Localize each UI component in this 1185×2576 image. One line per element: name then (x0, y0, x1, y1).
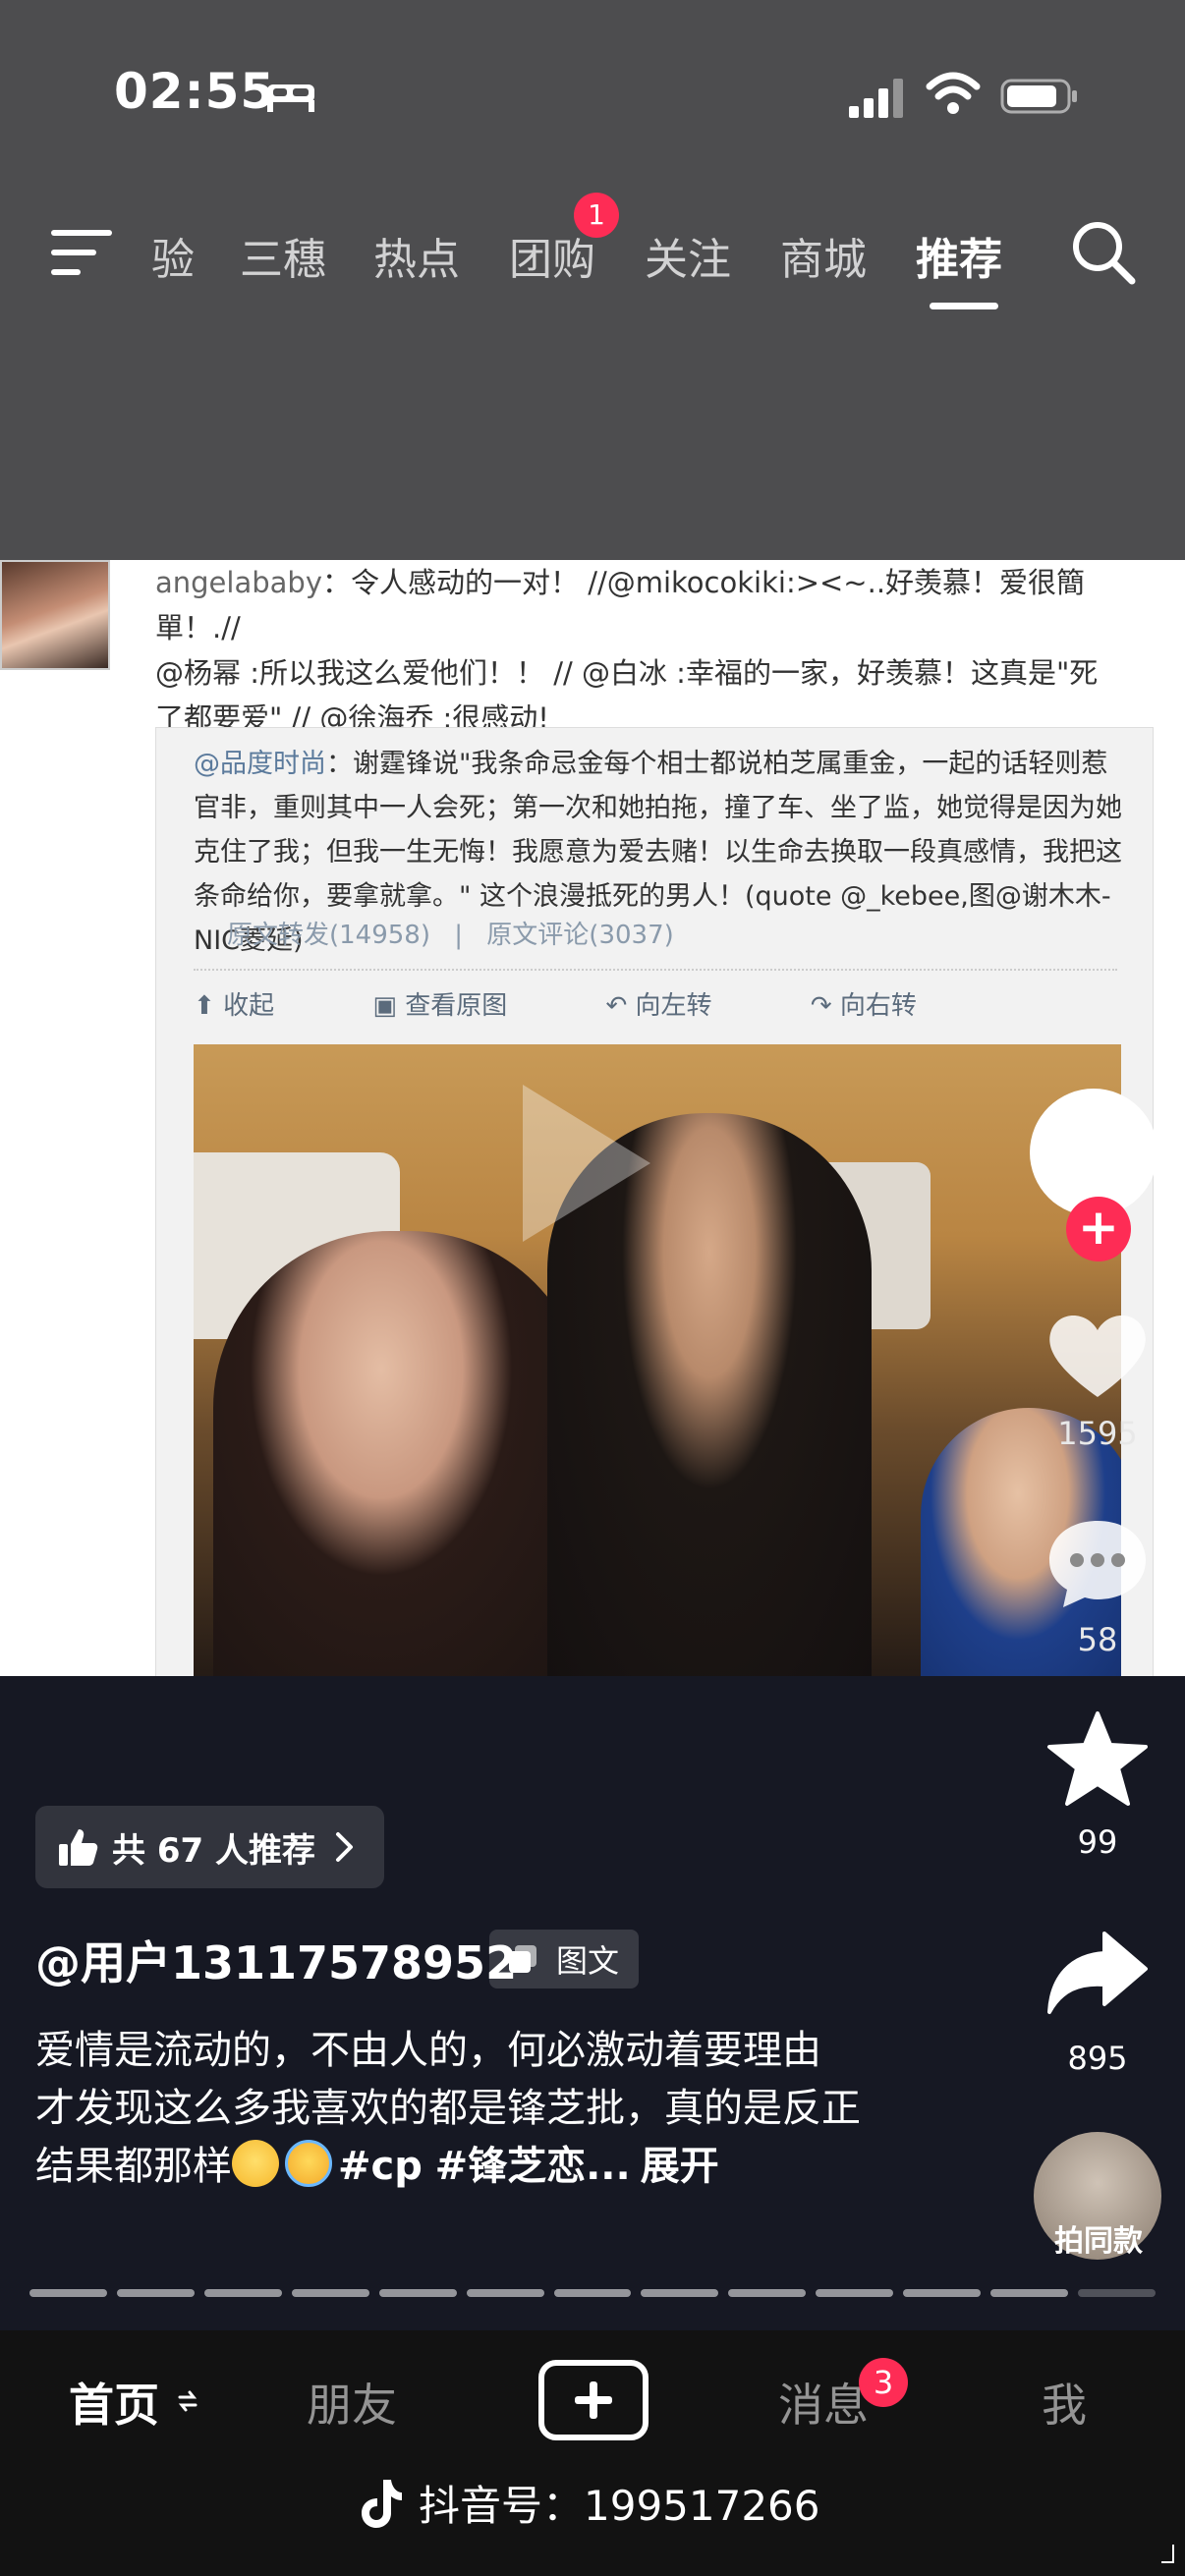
group-buy-badge: 1 (574, 193, 619, 238)
quote-author: @品度时尚 (194, 749, 326, 779)
tab-sansui[interactable]: 三穗 (240, 224, 326, 287)
author-name[interactable]: @用户13117578952 (35, 1928, 517, 1992)
like-count: 1595 (1057, 1415, 1138, 1452)
progress-segment (203, 2289, 282, 2297)
create-button[interactable] (538, 2360, 649, 2440)
image-actions: ⬆ 收起 ▣ 查看原图 ↶ 向左转 ↷ 向右转 (194, 985, 1007, 1022)
nav-me[interactable]: 我 (1042, 2370, 1087, 2435)
nav-friends[interactable]: 朋友 (307, 2370, 397, 2435)
heart-icon[interactable] (1044, 1307, 1152, 1405)
collapse-action: ⬆ 收起 (194, 991, 275, 1021)
douyin-id: 抖音号：199517266 (419, 2482, 820, 2530)
tab-following[interactable]: 关注 (645, 224, 731, 287)
rotate-right-action: ↷ 向右转 (810, 991, 917, 1021)
weibo-user: angelababy (155, 566, 322, 599)
refresh-icon (178, 2390, 198, 2412)
follow-button[interactable]: + (1066, 1197, 1131, 1261)
thumbs-up-icon (59, 1829, 98, 1866)
weibo-avatar (0, 560, 110, 670)
share-count: 895 (1067, 2040, 1128, 2077)
caption-line1: 爱情是流动的，不由人的，何必激动着要理由 (35, 2028, 821, 2073)
douyin-watermark: 抖音号：199517266 (360, 2473, 820, 2533)
pleading-face-icon (232, 2140, 279, 2187)
weibo-post-text: angelababy：令人感动的一对！ //@mikocokiki:><~..好… (155, 560, 1167, 741)
progress-segment (291, 2289, 369, 2297)
divider (194, 969, 1117, 971)
active-tab-indicator (930, 303, 998, 309)
play-icon[interactable] (503, 1075, 660, 1252)
repost-count: 原文转发(14958) (227, 921, 430, 950)
crying-face-icon (285, 2140, 332, 2187)
progress-segment (903, 2289, 982, 2297)
bottom-nav: 首页 朋友 消息 3 我 (0, 2330, 1185, 2576)
quote-stats: 原文转发(14958) | 原文评论(3037) (227, 915, 674, 951)
comment-icon[interactable] (1044, 1513, 1152, 1611)
tab-mall[interactable]: 商城 (780, 224, 867, 287)
nav-home[interactable]: 首页 (69, 2370, 159, 2435)
corner-mark-icon (1161, 2545, 1174, 2563)
plus-icon (575, 2381, 612, 2419)
progress-segment (466, 2289, 544, 2297)
post-type-tag: 图文 (489, 1930, 640, 1988)
top-header: 02:55 验 三穗 热点 团购 关注 商城 推荐 1 (0, 0, 1185, 560)
star-icon[interactable] (1044, 1709, 1152, 1808)
messages-badge: 3 (859, 2358, 908, 2407)
hashtag-fengzhi[interactable]: #锋芝恋... (435, 2144, 631, 2189)
comment-count: 原文评论(3037) (486, 921, 674, 950)
chevron-right-icon (336, 1832, 353, 1862)
nav-messages[interactable]: 消息 (778, 2370, 869, 2435)
progress-segment (816, 2289, 894, 2297)
progress-segment (29, 2289, 107, 2297)
weibo-line2: @杨幂 :所以我这么爱他们！！ // @白冰 :幸福的一家，好羡慕！这真是"死 (155, 656, 1099, 690)
post-caption[interactable]: 爱情是流动的，不由人的，何必激动着要理由 才发现这么多我喜欢的都是锋芝批，真的是… (35, 2022, 880, 2196)
progress-segment (553, 2289, 632, 2297)
image-progress-bar (29, 2289, 1156, 2297)
progress-segment (728, 2289, 807, 2297)
comment-count: 58 (1077, 1621, 1118, 1658)
douyin-logo-icon (362, 2479, 402, 2528)
status-time: 02:55 (114, 63, 276, 120)
favorite-count: 99 (1077, 1823, 1118, 1861)
search-icon[interactable] (1069, 218, 1138, 287)
tab-hot[interactable]: 热点 (373, 224, 460, 287)
progress-segment (990, 2289, 1069, 2297)
rotate-left-action: ↶ 向左转 (605, 991, 712, 1021)
recommend-text: 共 67 人推荐 (112, 1830, 315, 1871)
cellular-signal-icon (849, 79, 903, 118)
progress-segment (116, 2289, 195, 2297)
status-bar: 02:55 (0, 0, 1185, 196)
progress-segment (641, 2289, 719, 2297)
photo-person (213, 1231, 587, 1676)
stats-divider: | (454, 921, 464, 950)
view-original-action: ▣ 查看原图 (372, 991, 508, 1021)
post-type-label: 图文 (556, 1942, 620, 1980)
battery-icon (1000, 79, 1077, 114)
expand-caption-button[interactable]: 展开 (641, 2144, 719, 2189)
tab-yan[interactable]: 验 (151, 224, 195, 287)
progress-segment (378, 2289, 457, 2297)
menu-icon[interactable] (51, 226, 112, 279)
tab-recommend[interactable]: 推荐 (916, 224, 1002, 287)
same-style-label: 拍同款 (1054, 2224, 1143, 2259)
recommend-chip[interactable]: 共 67 人推荐 (35, 1806, 384, 1888)
image-text-icon (509, 1945, 536, 1973)
wifi-icon (926, 72, 981, 114)
share-icon[interactable] (1044, 1926, 1152, 2024)
sleep-focus-icon (267, 84, 314, 112)
progress-segment (1078, 2289, 1156, 2297)
hashtag-cp[interactable]: #cp (338, 2144, 423, 2189)
